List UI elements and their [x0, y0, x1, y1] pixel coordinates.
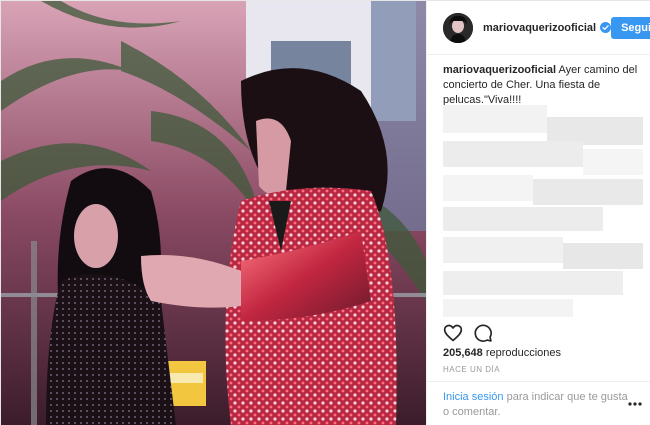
more-options-icon[interactable] — [628, 402, 642, 406]
views-number: 205,648 — [443, 347, 483, 359]
views-count: 205,648 reproducciones — [443, 347, 561, 359]
login-prompt: Inicia sesión para indicar que te gusta … — [427, 381, 650, 425]
blur-block — [443, 271, 623, 295]
post-caption: mariovaquerizooficial Ayer camino del co… — [443, 63, 643, 108]
blur-block — [443, 237, 563, 263]
post-sidebar: mariovaquerizooficial Seguir mariovaquer… — [426, 1, 650, 425]
blurred-comments — [443, 105, 643, 317]
blur-block — [443, 105, 547, 133]
verified-badge-icon — [600, 22, 612, 33]
post-timestamp[interactable]: HACE UN DÍA — [443, 365, 500, 374]
blur-block — [563, 243, 643, 269]
blur-block — [443, 299, 573, 317]
caption-username[interactable]: mariovaquerizooficial — [443, 64, 556, 76]
username-link[interactable]: mariovaquerizooficial — [483, 22, 596, 34]
login-link[interactable]: Inicia sesión — [443, 391, 504, 403]
post-actions — [443, 321, 493, 345]
instagram-post: mariovaquerizooficial Seguir mariovaquer… — [0, 0, 650, 425]
comment-bubble-icon[interactable] — [473, 323, 493, 343]
post-photo[interactable] — [1, 1, 426, 425]
photo-scene — [1, 1, 426, 425]
post-header: mariovaquerizooficial Seguir — [427, 1, 650, 55]
blur-block — [443, 175, 533, 201]
blur-block — [533, 179, 643, 205]
heart-icon[interactable] — [443, 323, 463, 343]
views-label: reproducciones — [485, 347, 562, 359]
blur-block — [583, 149, 643, 175]
follow-button[interactable]: Seguir — [611, 16, 650, 39]
avatar[interactable] — [443, 12, 473, 43]
blur-block — [443, 141, 583, 167]
avatar-image — [443, 12, 473, 43]
blur-block — [443, 207, 603, 231]
